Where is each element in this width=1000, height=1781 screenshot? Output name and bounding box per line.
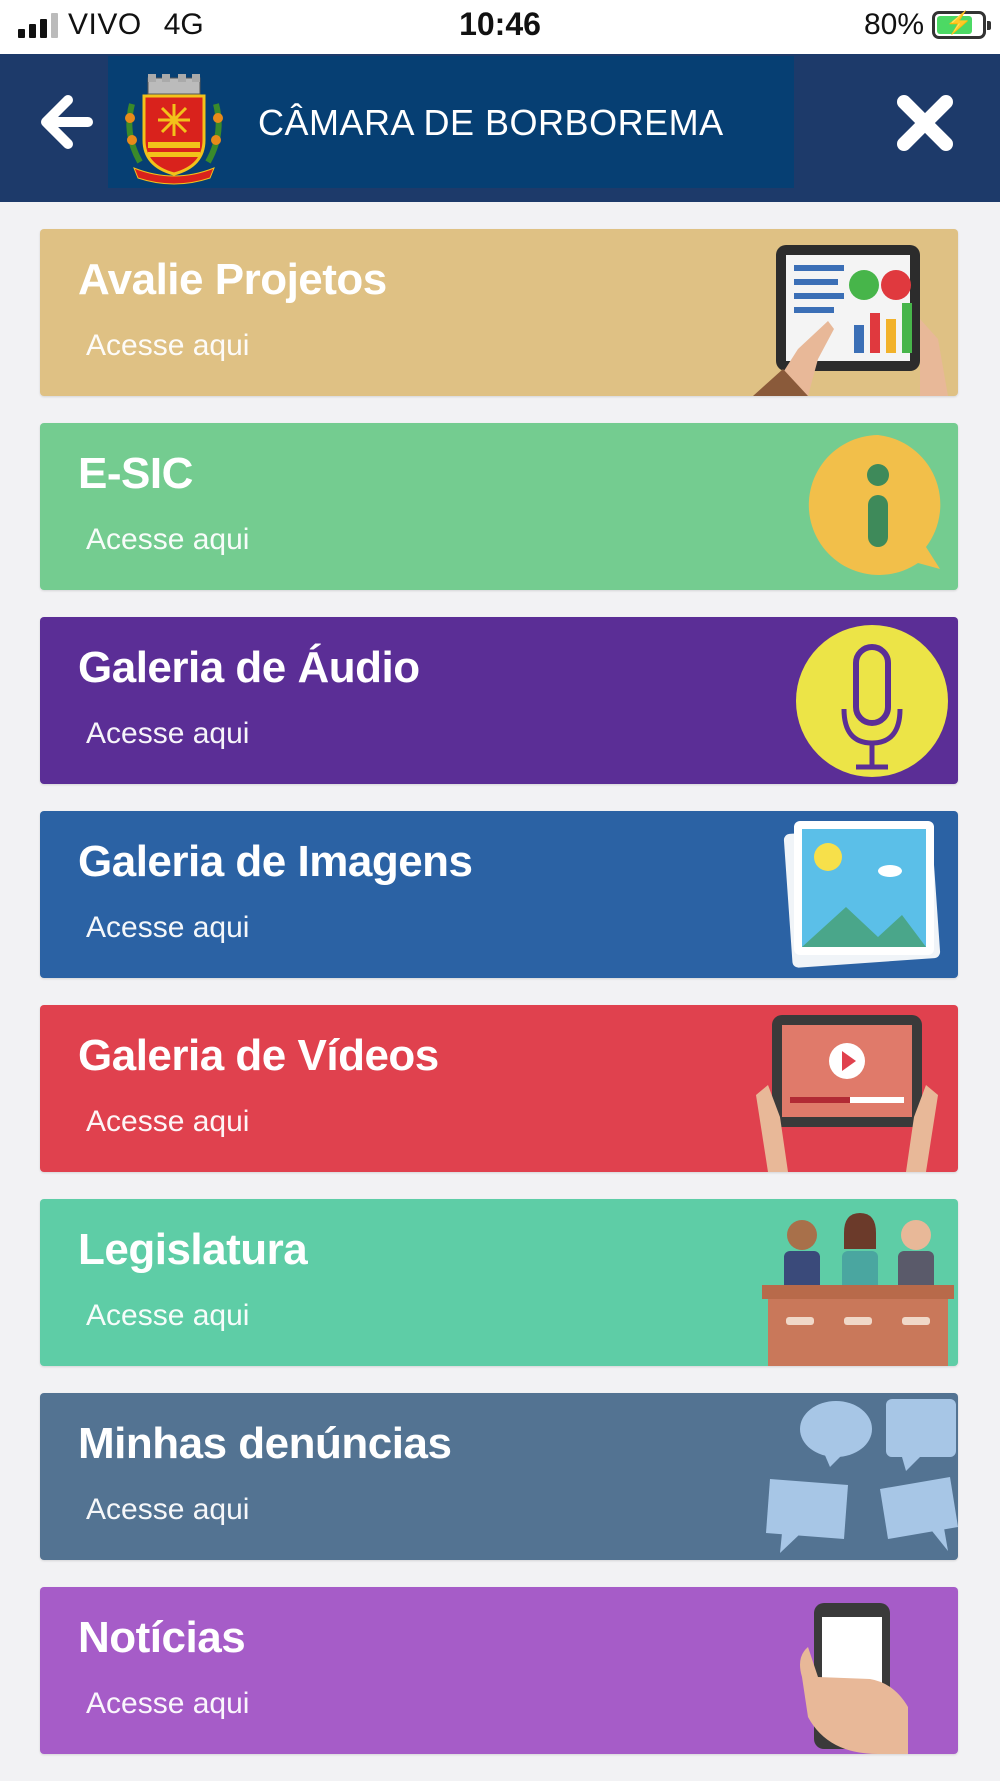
menu-item-title: Legislatura [78, 1225, 308, 1274]
menu-item-title: Galeria de Vídeos [78, 1031, 439, 1080]
status-bar: VIVO 4G 10:46 80% ⚡ [0, 0, 1000, 54]
menu-item-subtitle: Acesse aqui [86, 1299, 250, 1332]
menu-item-galeria-de-videos[interactable]: Galeria de Vídeos Acesse aqui [40, 1005, 958, 1172]
menu-item-legislatura[interactable]: Legislatura Acesse aqui [40, 1199, 958, 1366]
menu-list: Avalie Projetos Acesse aqui E-SIC Acesse… [40, 229, 958, 1781]
city-crest-logo [125, 74, 223, 185]
battery-percent: 80% [863, 8, 924, 41]
close-button[interactable] [892, 90, 958, 156]
menu-item-galeria-de-audio[interactable]: Galeria de Áudio Acesse aqui [40, 617, 958, 784]
clock: 10:46 [459, 6, 541, 42]
menu-item-galeria-de-imagens[interactable]: Galeria de Imagens Acesse aqui [40, 811, 958, 978]
menu-item-e-sic[interactable]: E-SIC Acesse aqui [40, 423, 958, 590]
menu-item-subtitle: Acesse aqui [86, 1105, 250, 1138]
menu-item-title: Minhas denúncias [78, 1419, 452, 1468]
menu-item-minhas-denuncias[interactable]: Minhas denúncias Acesse aqui [40, 1393, 958, 1560]
page-title: CÂMARA DE BORBOREMA [258, 102, 724, 143]
close-icon [897, 95, 953, 151]
battery-icon: ⚡ [932, 10, 991, 39]
menu-item-noticias[interactable]: Notícias Acesse aqui [40, 1587, 958, 1754]
arrow-left-icon [41, 95, 93, 149]
charging-bolt-icon: ⚡ [945, 10, 973, 35]
status-right: 80% ⚡ [863, 8, 991, 42]
menu-item-title: Galeria de Áudio [78, 643, 420, 692]
info-bubble-icon [808, 435, 941, 575]
menu-item-title: E-SIC [78, 449, 193, 498]
menu-item-subtitle: Acesse aqui [86, 717, 250, 750]
menu-item-title: Avalie Projetos [78, 255, 387, 304]
image-gallery-icon [783, 821, 941, 968]
app-header: CÂMARA DE BORBOREMA [0, 54, 1000, 202]
video-tablet-icon [756, 1015, 938, 1172]
menu-item-subtitle: Acesse aqui [86, 1687, 250, 1720]
menu-item-subtitle: Acesse aqui [86, 911, 250, 944]
smartphone-hand-icon [800, 1603, 908, 1754]
council-members-icon [762, 1213, 954, 1366]
menu-item-title: Galeria de Imagens [78, 837, 473, 886]
chat-bubbles-icon [766, 1399, 958, 1553]
menu-item-title: Notícias [78, 1613, 246, 1662]
menu-item-subtitle: Acesse aqui [86, 1493, 250, 1526]
tablet-vote-icon [753, 245, 948, 396]
menu-item-avalie-projetos[interactable]: Avalie Projetos Acesse aqui [40, 229, 958, 396]
menu-item-subtitle: Acesse aqui [86, 523, 250, 556]
menu-item-subtitle: Acesse aqui [86, 329, 250, 362]
back-button[interactable] [38, 94, 94, 150]
microphone-icon [796, 625, 948, 777]
